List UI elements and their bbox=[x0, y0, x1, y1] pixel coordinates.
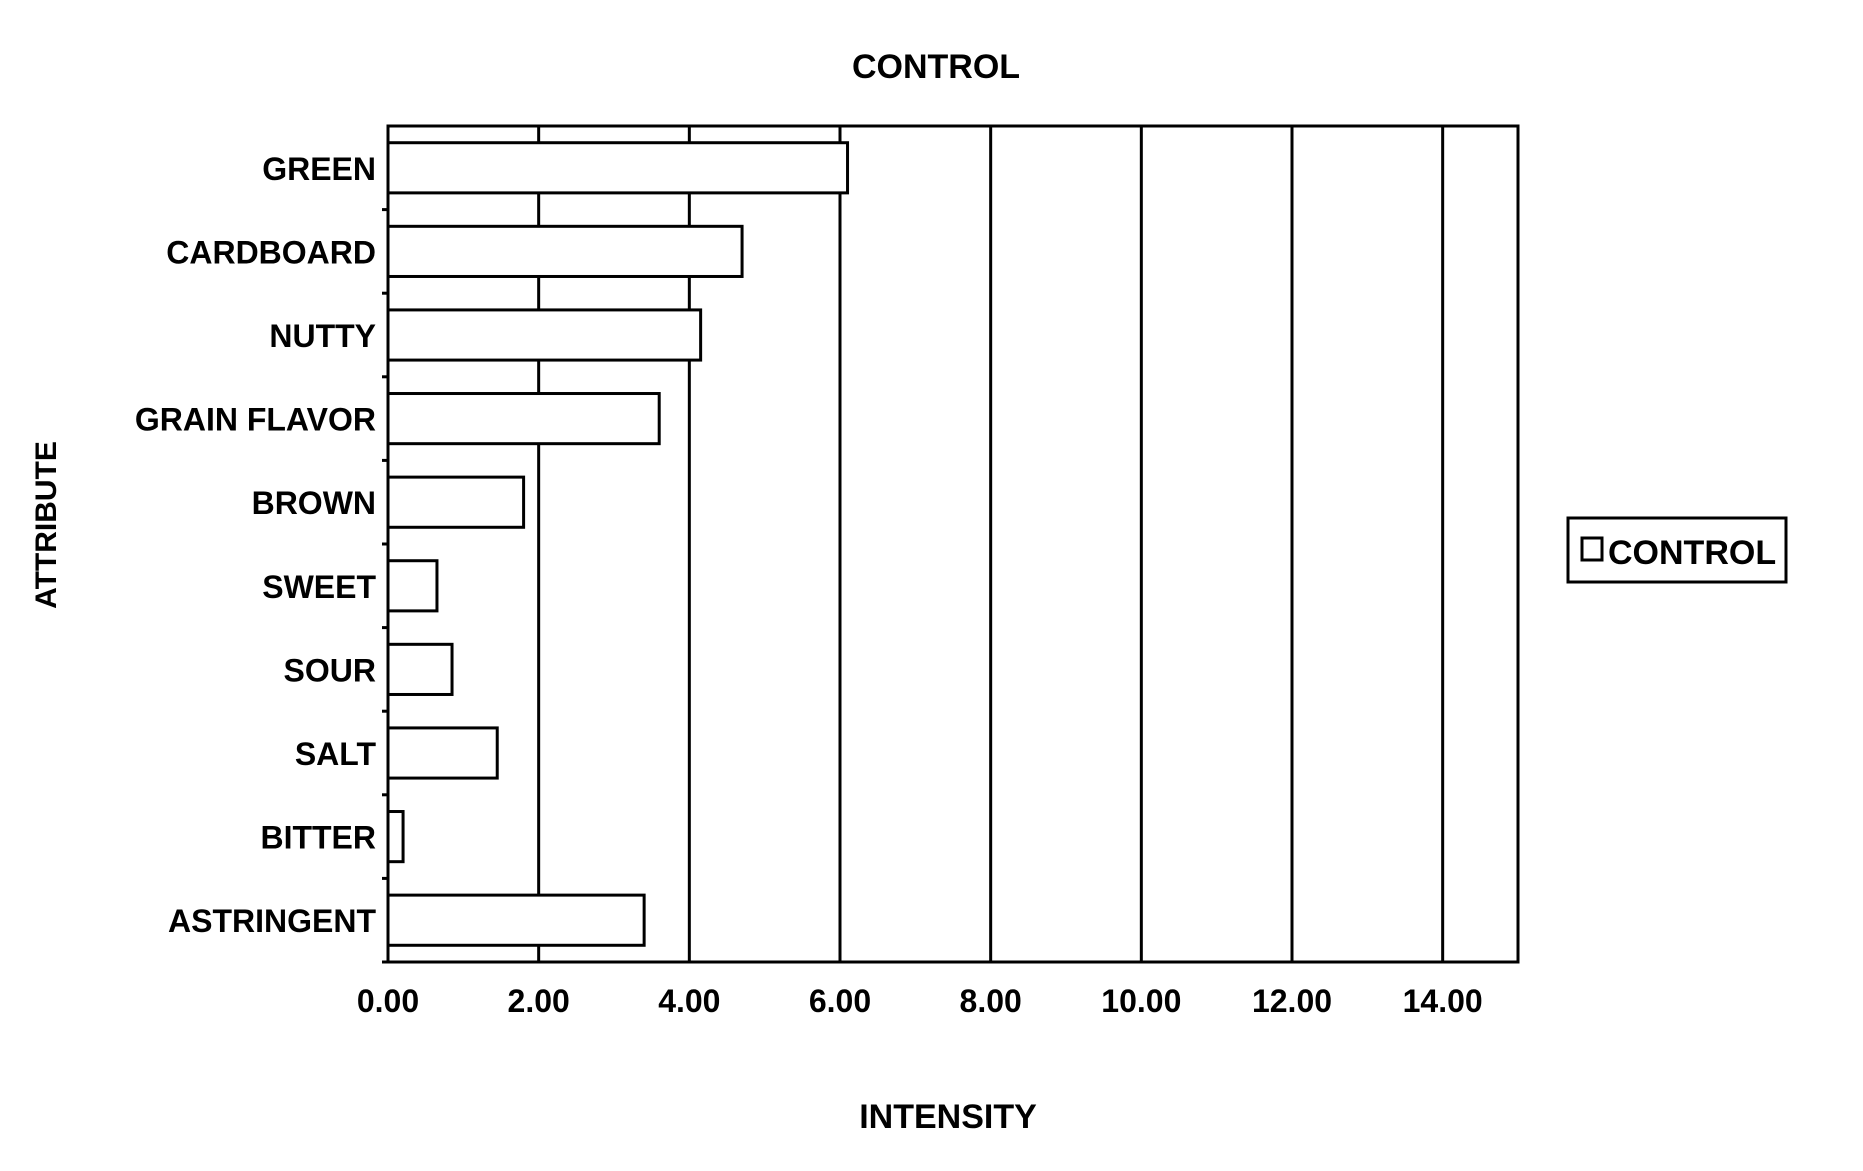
y-tick-label: GRAIN FLAVOR bbox=[135, 402, 376, 438]
y-tick-label: SALT bbox=[295, 736, 377, 772]
y-tick-labels: GREEN CARDBOARD NUTTY GRAIN FLAVOR BROWN SWEE… bbox=[135, 151, 388, 964]
y-tick-label: ASTRINGENT bbox=[168, 903, 376, 939]
x-tick-label: 4.00 bbox=[658, 983, 720, 1019]
y-tick-label: BROWN bbox=[252, 485, 376, 521]
y-tick-label: SOUR bbox=[284, 652, 376, 688]
x-tick-label: 0.00 bbox=[357, 983, 419, 1019]
bar-green bbox=[386, 141, 850, 195]
bar-cardboard bbox=[386, 224, 744, 278]
y-tick-label: BITTER bbox=[260, 820, 376, 856]
bars bbox=[386, 141, 850, 947]
y-tick-label: NUTTY bbox=[269, 318, 376, 354]
y-tick-label: CARDBOARD bbox=[166, 234, 376, 270]
y-tick-label: SWEET bbox=[262, 569, 376, 605]
bar-chart: CONTROL ATTRIBUTE INTENSITY GREEN CARDBOA… bbox=[30, 48, 1788, 1136]
legend: CONTROL bbox=[1566, 516, 1788, 584]
bar-grain-flavor bbox=[386, 392, 661, 446]
bar-sweet bbox=[386, 559, 439, 613]
bar-salt bbox=[386, 726, 499, 780]
y-axis-label: ATTRIBUTE bbox=[30, 441, 63, 609]
bar-sour bbox=[386, 642, 454, 696]
y-tick-label: GREEN bbox=[262, 151, 376, 187]
bar-bitter bbox=[386, 810, 405, 864]
x-tick-label: 6.00 bbox=[809, 983, 871, 1019]
chart-title: CONTROL bbox=[852, 48, 1020, 86]
bar-brown bbox=[386, 475, 526, 529]
x-tick-label: 2.00 bbox=[508, 983, 570, 1019]
bar-nutty bbox=[386, 308, 703, 362]
x-tick-labels: 0.00 2.00 4.00 6.00 8.00 10.00 12.00 14.00 bbox=[357, 983, 1483, 1019]
bar-astringent bbox=[386, 893, 646, 947]
x-axis-label: INTENSITY bbox=[859, 1098, 1037, 1136]
legend-swatch bbox=[1580, 536, 1604, 562]
x-tick-label: 12.00 bbox=[1252, 983, 1332, 1019]
x-tick-label: 14.00 bbox=[1403, 983, 1483, 1019]
x-tick-label: 8.00 bbox=[960, 983, 1022, 1019]
x-tick-label: 10.00 bbox=[1101, 983, 1181, 1019]
legend-label: CONTROL bbox=[1608, 534, 1776, 572]
